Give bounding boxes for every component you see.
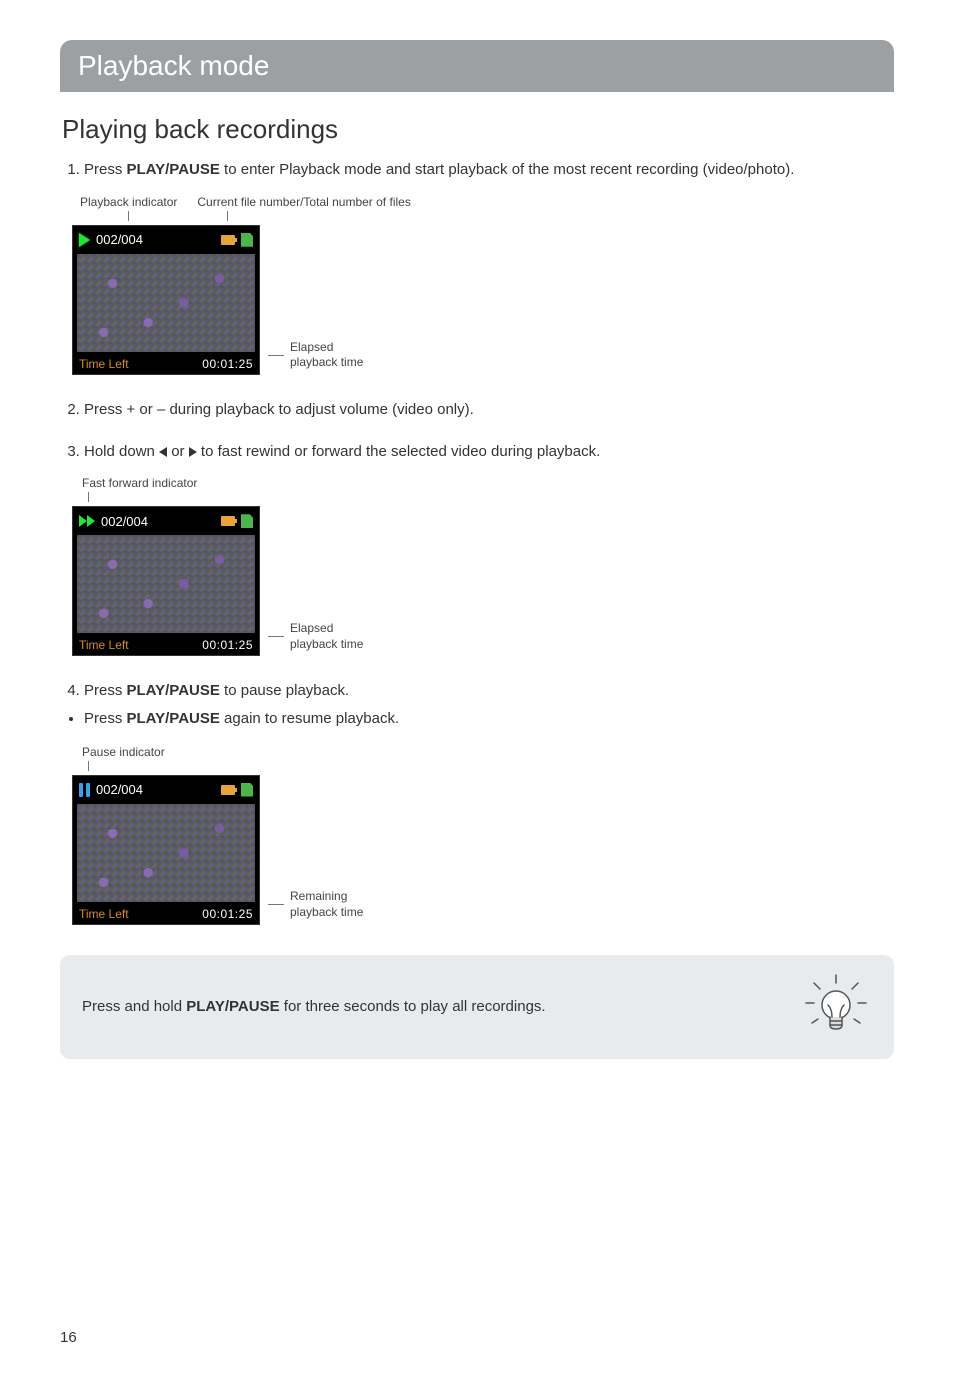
callout-row-2: Fast forward indicator	[82, 476, 894, 502]
file-count: 002/004	[96, 782, 215, 797]
tip-prefix: Press and hold	[82, 998, 186, 1015]
pause-icon	[79, 783, 90, 797]
step-3: Hold down or to fast rewind or forward t…	[84, 441, 894, 463]
side-label-elapsed-1: Elapsed playback time	[268, 340, 363, 375]
callout-pause-indicator: Pause indicator	[82, 745, 165, 759]
time-left-label: Time Left	[79, 638, 129, 652]
sd-card-icon	[241, 233, 253, 247]
step-2: Press + or – during playback to adjust v…	[84, 399, 894, 421]
file-count: 002/004	[101, 514, 215, 529]
callout-ff-indicator: Fast forward indicator	[82, 476, 197, 490]
fast-forward-icon	[79, 515, 95, 527]
callout-tick	[227, 211, 228, 221]
time-left-label: Time Left	[79, 907, 129, 921]
play-pause-label-4: PLAY/PAUSE	[127, 682, 220, 699]
bullet1-suffix: again to resume playback.	[220, 710, 399, 727]
sd-card-icon	[241, 783, 253, 797]
tip-box: Press and hold PLAY/PAUSE for three seco…	[60, 955, 894, 1059]
callout-row-1: Playback indicator Current file number/T…	[78, 195, 894, 221]
step3-mid: or	[167, 443, 189, 460]
video-preview	[77, 535, 255, 633]
battery-icon	[221, 516, 235, 526]
callout-tick	[88, 761, 89, 771]
battery-icon	[221, 235, 235, 245]
step4-prefix: Press	[84, 682, 127, 699]
time-left-value: 00:01:25	[202, 357, 253, 371]
right-arrow-icon	[189, 447, 197, 457]
callout-tick	[128, 211, 129, 221]
callout-row-3: Pause indicator	[82, 745, 894, 771]
step-1: Press PLAY/PAUSE to enter Playback mode …	[84, 159, 894, 181]
callout-file-number: Current file number/Total number of file…	[197, 195, 410, 209]
file-count: 002/004	[96, 232, 215, 247]
time-left-value: 00:01:25	[202, 907, 253, 921]
play-pause-label-tip: PLAY/PAUSE	[186, 998, 279, 1015]
video-preview	[77, 804, 255, 902]
bullet-resume: Press PLAY/PAUSE again to resume playbac…	[84, 708, 894, 731]
callout-playback-indicator: Playback indicator	[80, 195, 177, 209]
play-pause-label-1: PLAY/PAUSE	[127, 161, 220, 178]
step3-prefix: Hold down	[84, 443, 159, 460]
time-left-label: Time Left	[79, 357, 129, 371]
playback-screen-1: 002/004 Time Left 00:01:25	[72, 225, 260, 375]
section-title: Playing back recordings	[62, 114, 894, 145]
step1-prefix: Press	[84, 161, 127, 178]
side-label-elapsed-2: Elapsed playback time	[268, 621, 363, 656]
step-4: Press PLAY/PAUSE to pause playback.	[84, 680, 894, 702]
page-header: Playback mode	[60, 40, 894, 92]
sd-card-icon	[241, 514, 253, 528]
step1-suffix: to enter Playback mode and start playbac…	[220, 161, 794, 178]
callout-tick	[88, 492, 89, 502]
step4-suffix: to pause playback.	[220, 682, 349, 699]
side-label-remaining: Remaining playback time	[268, 889, 363, 924]
time-left-value: 00:01:25	[202, 638, 253, 652]
left-arrow-icon	[159, 447, 167, 457]
tip-suffix: for three seconds to play all recordings…	[280, 998, 546, 1015]
step3-suffix: to fast rewind or forward the selected v…	[197, 443, 601, 460]
page-number: 16	[60, 1329, 77, 1346]
battery-icon	[221, 785, 235, 795]
lightbulb-icon	[800, 973, 872, 1041]
play-pause-label-bullet: PLAY/PAUSE	[127, 710, 220, 727]
video-preview	[77, 254, 255, 352]
playback-screen-3: 002/004 Time Left 00:01:25	[72, 775, 260, 925]
play-icon	[79, 233, 90, 247]
bullet1-prefix: Press	[84, 710, 127, 727]
playback-screen-2: 002/004 Time Left 00:01:25	[72, 506, 260, 656]
